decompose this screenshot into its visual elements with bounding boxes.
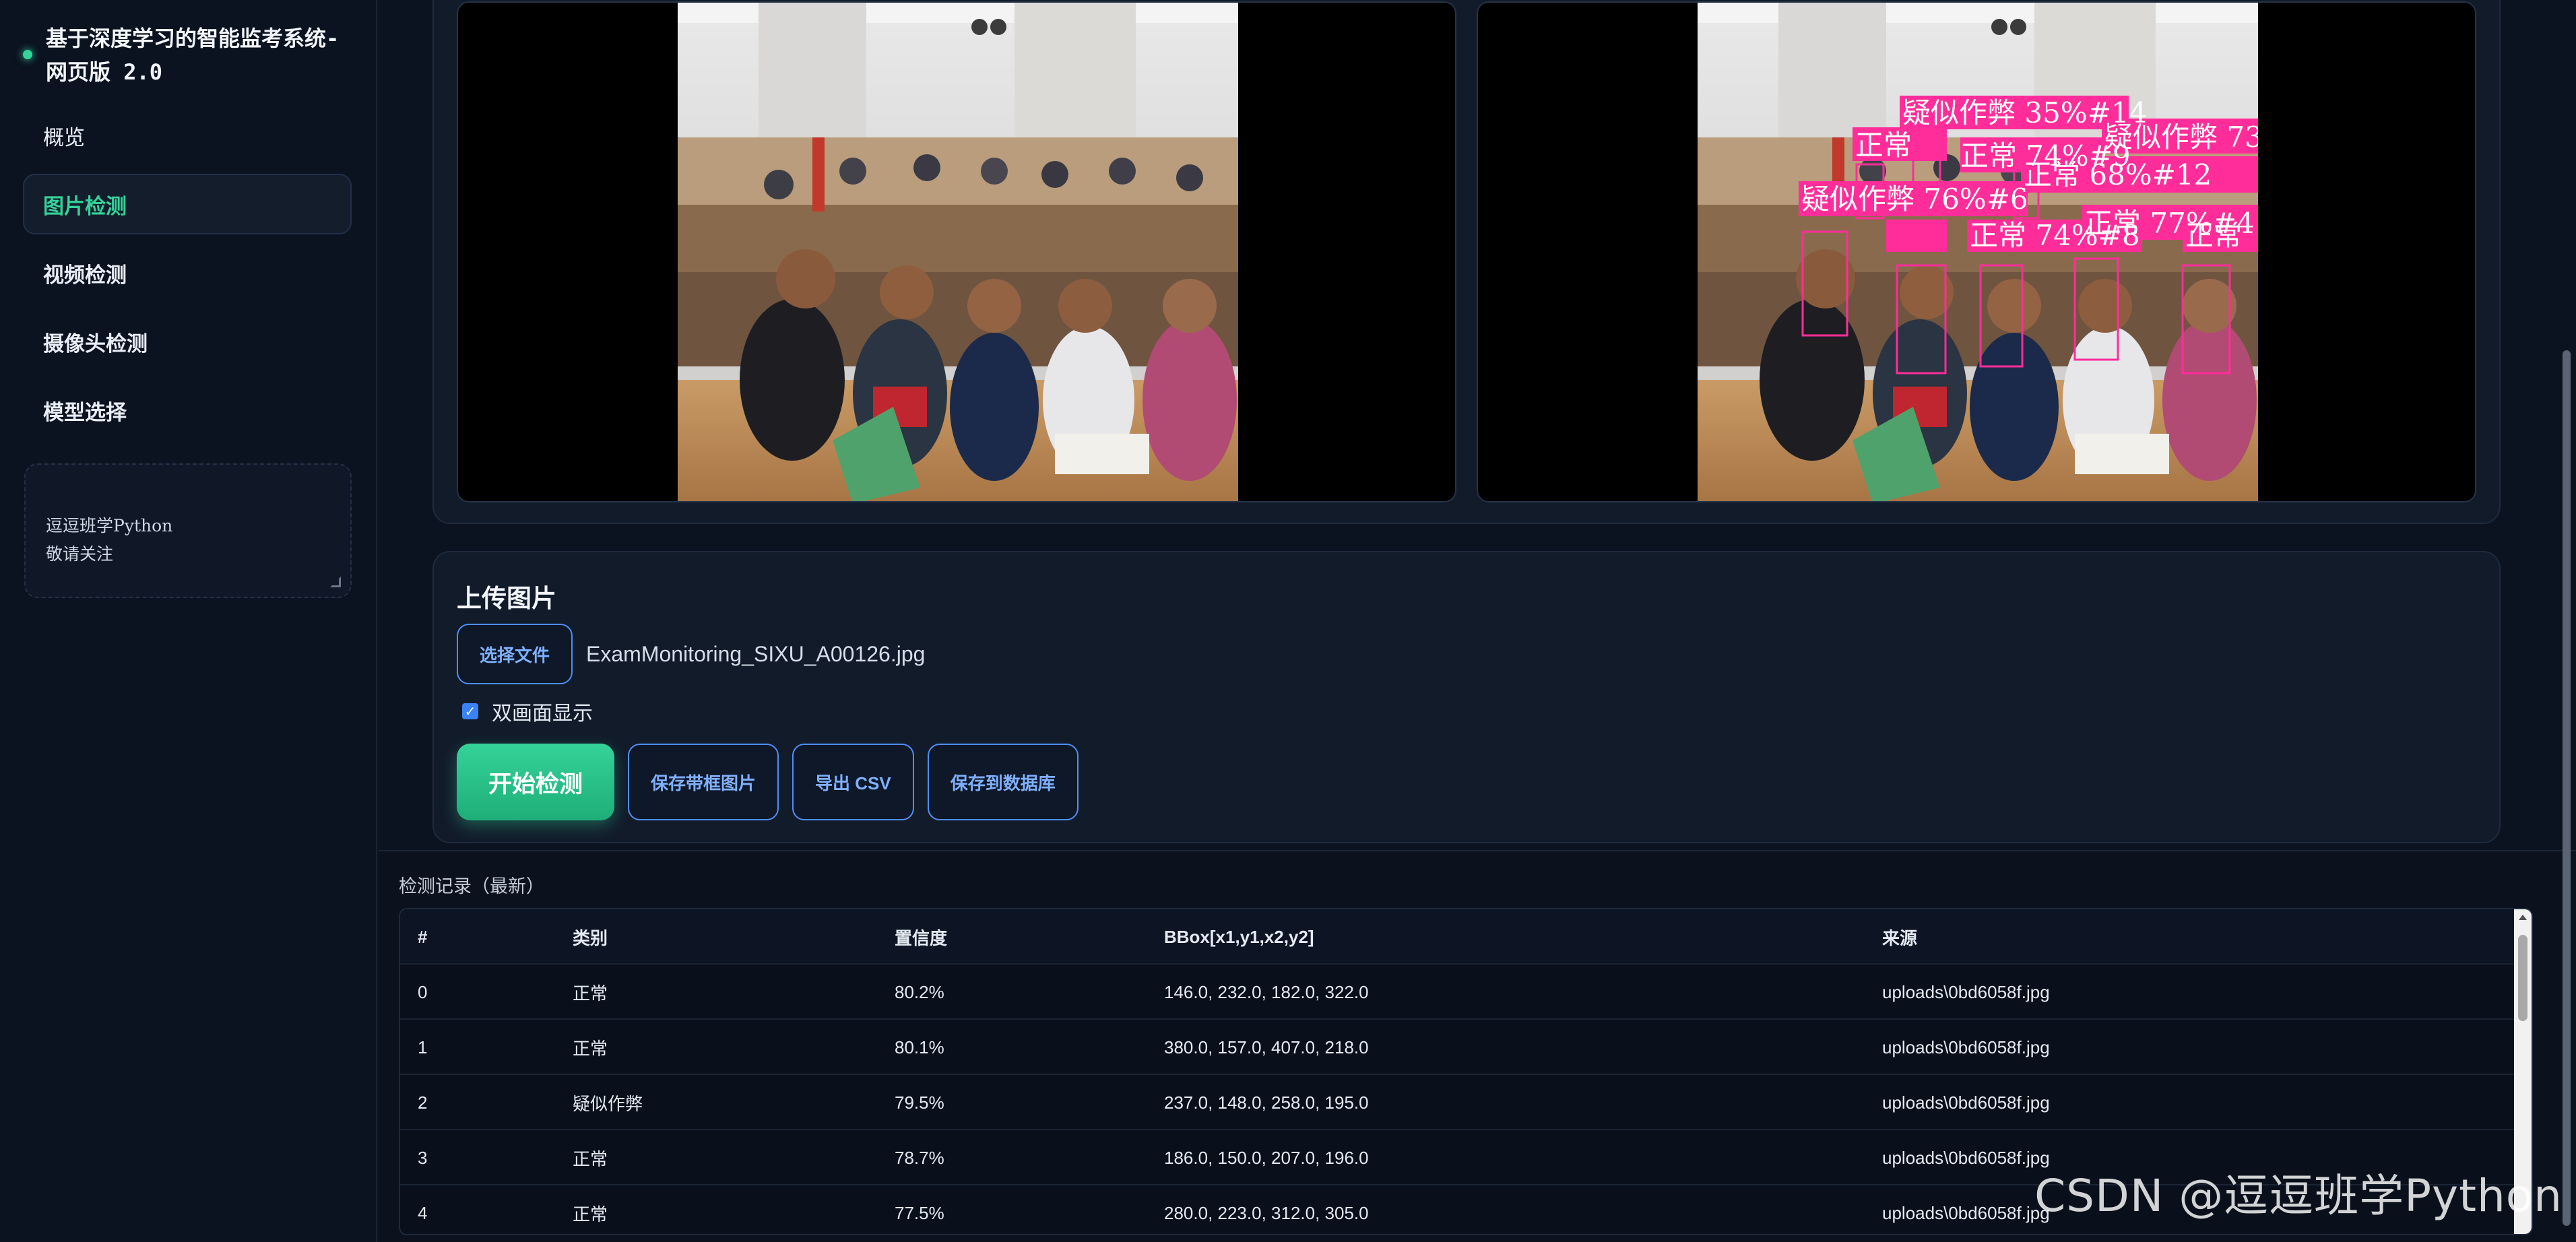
file-picker-row: 选择文件 ExamMonitoring_SIXU_A00126.jpg	[457, 624, 925, 684]
row-confidence: 80.1%	[895, 1037, 944, 1057]
column-header[interactable]: #	[418, 909, 427, 965]
column-header[interactable]: BBox[x1,y1,x2,y2]	[1164, 909, 1314, 965]
row-index: 1	[418, 1037, 428, 1057]
app-title: 基于深度学习的智能监考系统-网页版 2.0	[23, 22, 360, 89]
note-text: 逗逗班学Python 敬请关注	[46, 516, 173, 564]
page-scrollbar[interactable]	[2563, 350, 2571, 1226]
scroll-thumb[interactable]	[2518, 935, 2527, 1021]
sidebar: 基于深度学习的智能监考系统-网页版 2.0 概览 图片检测 视频检测 摄像头检测…	[0, 0, 377, 1242]
start-detection-button[interactable]: 开始检测	[457, 744, 614, 820]
detection-label: 正常	[2185, 219, 2242, 252]
column-header[interactable]: 类别	[573, 909, 608, 965]
nav-item-video-detection[interactable]: 视频检测	[23, 242, 352, 303]
dual-view-toggle-row[interactable]: ✓ 双画面显示	[462, 696, 593, 726]
detection-label: 疑似作弊 73%	[2104, 121, 2258, 154]
result-image-pane: 疑似作弊 35%#14 正常 正常 74%#9 疑似作弊 73% 正常 68%#…	[1477, 1, 2476, 502]
row-class: 疑似作弊	[573, 1093, 643, 1114]
row-bbox: 186.0, 150.0, 207.0, 196.0	[1164, 1147, 1369, 1168]
main-content: 疑似作弊 35%#14 正常 正常 74%#9 疑似作弊 73% 正常 68%#…	[379, 0, 2576, 1242]
row-index: 0	[418, 981, 428, 1002]
original-image-pane	[457, 1, 1456, 502]
sidebar-nav: 概览 图片检测 视频检测 摄像头检测 模型选择	[23, 105, 352, 449]
row-index: 4	[418, 1202, 428, 1223]
column-header[interactable]: 置信度	[895, 909, 947, 965]
nav-item-overview[interactable]: 概览	[23, 105, 352, 166]
csdn-watermark: CSDN @逗逗班学Python	[2034, 1170, 2563, 1222]
detection-label: 正常 68%#12	[2024, 158, 2212, 191]
row-confidence: 78.7%	[895, 1147, 944, 1168]
app-title-text: 基于深度学习的智能监考系统-网页版 2.0	[46, 26, 340, 85]
row-index: 3	[418, 1147, 428, 1168]
resize-grip-icon[interactable]	[330, 577, 341, 587]
table-row[interactable]: 2 疑似作弊 79.5% 237.0, 148.0, 258.0, 195.0 …	[400, 1075, 2532, 1130]
row-confidence: 80.2%	[895, 981, 944, 1002]
detection-label: 疑似作弊 76%#6	[1801, 183, 2028, 216]
row-source: uploads\0bd6058f.jpg	[1882, 1202, 2050, 1223]
table-row[interactable]: 1 正常 80.1% 380.0, 157.0, 407.0, 218.0 up…	[400, 1020, 2532, 1075]
preview-panel: 疑似作弊 35%#14 正常 正常 74%#9 疑似作弊 73% 正常 68%#…	[432, 0, 2501, 524]
dual-view-label: 双画面显示	[492, 702, 593, 725]
nav-item-model-selection[interactable]: 模型选择	[23, 380, 352, 440]
detection-label: 正常 74%#8	[1970, 219, 2140, 252]
row-confidence: 79.5%	[895, 1092, 944, 1113]
column-header[interactable]: 来源	[1882, 909, 1917, 965]
row-confidence: 77.5%	[895, 1202, 944, 1223]
row-class: 正常	[573, 1038, 608, 1059]
nav-item-camera-detection[interactable]: 摄像头检测	[23, 311, 352, 372]
row-bbox: 380.0, 157.0, 407.0, 218.0	[1164, 1037, 1369, 1057]
table-row[interactable]: 0 正常 80.2% 146.0, 232.0, 182.0, 322.0 up…	[400, 965, 2532, 1020]
row-class: 正常	[573, 1148, 608, 1169]
row-bbox: 280.0, 223.0, 312.0, 305.0	[1164, 1202, 1369, 1223]
original-classroom-image	[678, 3, 1238, 501]
row-class: 正常	[573, 983, 608, 1004]
row-source: uploads\0bd6058f.jpg	[1882, 981, 2050, 1002]
records-caption: 检测记录（最新）	[399, 876, 544, 896]
save-to-database-button[interactable]: 保存到数据库	[927, 744, 1078, 820]
svg-text:正常: 正常	[1855, 129, 1912, 162]
note-textarea[interactable]: 逗逗班学Python 敬请关注	[24, 463, 352, 598]
detection-result-image: 疑似作弊 35%#14 正常 正常 74%#9 疑似作弊 73% 正常 68%#…	[1698, 3, 2258, 501]
dual-view-checkbox[interactable]: ✓	[462, 703, 478, 719]
row-source: uploads\0bd6058f.jpg	[1882, 1037, 2050, 1057]
scroll-up-arrow-icon[interactable]	[2519, 915, 2527, 920]
action-buttons: 开始检测 保存带框图片 导出 CSV 保存到数据库	[457, 744, 1078, 820]
row-source: uploads\0bd6058f.jpg	[1882, 1147, 2050, 1168]
row-source: uploads\0bd6058f.jpg	[1882, 1092, 2050, 1113]
save-boxed-image-button[interactable]: 保存带框图片	[628, 744, 779, 820]
choose-file-button[interactable]: 选择文件	[457, 624, 573, 684]
upload-title: 上传图片	[457, 585, 556, 612]
row-index: 2	[418, 1092, 428, 1113]
row-class: 正常	[573, 1204, 608, 1224]
status-dot-icon	[23, 50, 32, 59]
row-bbox: 237.0, 148.0, 258.0, 195.0	[1164, 1092, 1369, 1113]
selected-file-name: ExamMonitoring_SIXU_A00126.jpg	[586, 641, 926, 666]
export-csv-button[interactable]: 导出 CSV	[792, 744, 914, 820]
nav-item-image-detection[interactable]: 图片检测	[23, 174, 352, 234]
row-bbox: 146.0, 232.0, 182.0, 322.0	[1164, 981, 1369, 1002]
table-header-row: # 类别 置信度 BBox[x1,y1,x2,y2] 来源	[400, 909, 2532, 965]
upload-panel: 上传图片 选择文件 ExamMonitoring_SIXU_A00126.jpg…	[432, 551, 2501, 843]
